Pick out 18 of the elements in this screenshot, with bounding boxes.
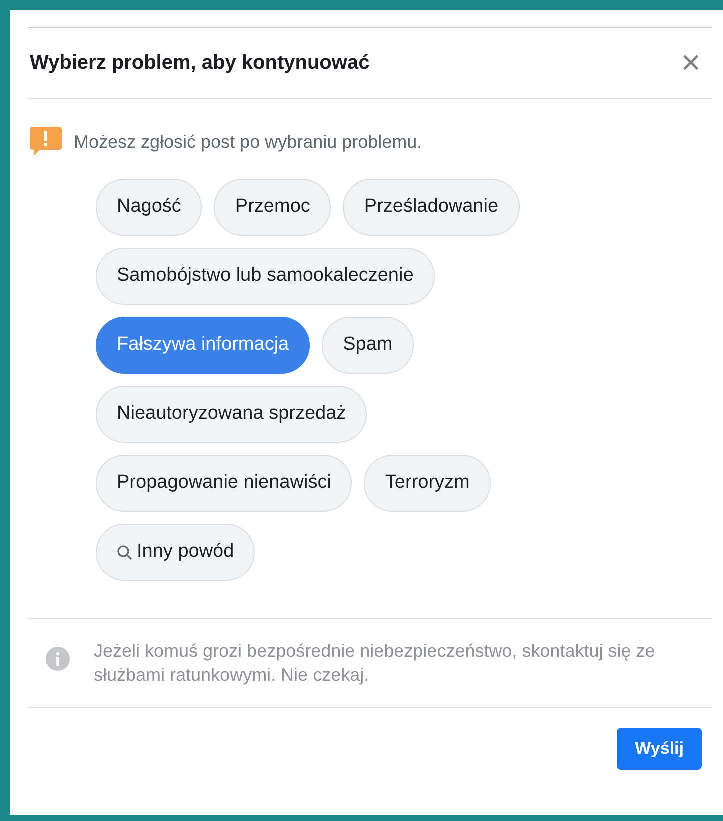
dialog-title: Wybierz problem, aby kontynuować [30, 51, 370, 76]
info-icon [46, 647, 70, 671]
problem-chip[interactable]: Inny powód [96, 524, 256, 581]
problem-chip[interactable]: Nagość [96, 179, 202, 236]
problem-chip[interactable]: Samobójstwo lub samookaleczenie [96, 248, 435, 305]
alert-icon [30, 127, 62, 157]
problem-chip[interactable]: Propagowanie nienawiści [96, 455, 352, 512]
submit-button[interactable]: Wyślij [617, 728, 702, 770]
problem-chip[interactable]: Nieautoryzowana sprzedaż [96, 386, 368, 443]
problem-chip[interactable]: Spam [322, 317, 414, 374]
info-text: Jeżeli komuś grozi bezpośrednie niebezpieczeństwo, skontaktuj się ze służbami ratunkowymi. Nie czekaj. [94, 640, 656, 687]
problem-chip[interactable]: Prześladowanie [343, 179, 520, 236]
search-icon [117, 544, 133, 560]
notice-text: Możesz zgłosić post po wybraniu problemu. [74, 130, 422, 154]
close-button[interactable]: × [681, 46, 701, 80]
problem-chip[interactable]: Przemoc [214, 179, 332, 236]
problem-chip[interactable]: Fałszywa informacja [96, 317, 310, 374]
problem-chip[interactable]: Terroryzm [364, 455, 491, 512]
